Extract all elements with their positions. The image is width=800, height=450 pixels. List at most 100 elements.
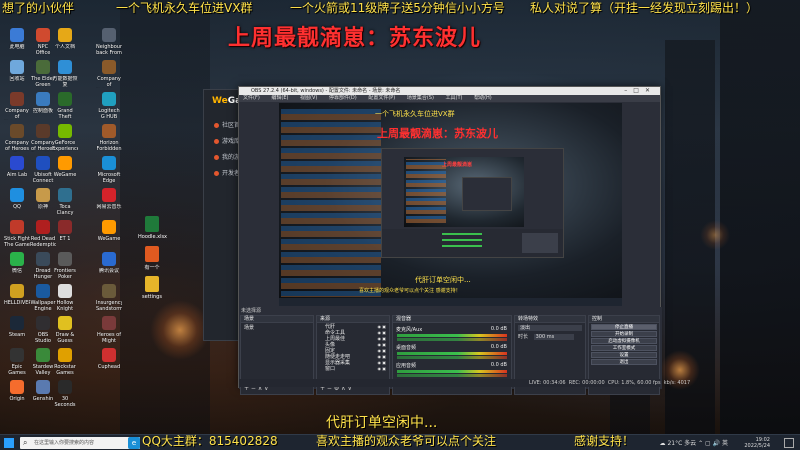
desktop-icon[interactable]: Steam [4, 316, 30, 348]
desktop-file[interactable]: settings [138, 276, 166, 300]
source-item[interactable]: 窗口 ◉ ▣ [317, 366, 389, 372]
mixer-db: 0.0 dB [490, 344, 507, 350]
desktop-icon[interactable]: Company of Heroes Tal [4, 124, 30, 156]
menu-edit[interactable]: 编辑(E) [271, 95, 288, 101]
desktop-icon-label: Toca Clancy [56, 204, 74, 216]
notification-icon[interactable] [784, 438, 794, 448]
menu-file[interactable]: 文件(F) [243, 95, 260, 101]
desktop-icon-label: 30 Seconds [54, 396, 76, 408]
desktop-icon[interactable]: Cuphead [96, 348, 122, 380]
office-icon [36, 28, 50, 42]
desktop-file-label: Hoodle.xlsx [138, 234, 168, 240]
desktop-icon[interactable]: Heroes of Might [96, 316, 122, 348]
desktop-icon[interactable]: 30 Seconds [52, 380, 78, 412]
start-recording-button[interactable]: 开始录制 [591, 331, 657, 337]
folder-icon [145, 276, 159, 292]
desktop-icon-label: 腾讯会议 [98, 268, 119, 274]
settings-button[interactable]: 设置 [591, 352, 657, 358]
desktop-icon[interactable]: 此电脑 [4, 28, 30, 60]
desktop-icon[interactable]: 回收站 [4, 60, 30, 92]
desktop-icon[interactable]: Logitech G HUB [96, 92, 122, 124]
desktop-icon[interactable]: 腾讯会议 [96, 252, 122, 284]
rec-time: REC: 00:00:00 [568, 380, 605, 386]
volume-slider[interactable] [397, 338, 507, 341]
desktop-icon-label: Cuphead [97, 364, 121, 370]
mixer-channel: 应用音频 0.0 dB [393, 362, 511, 377]
game-icon [102, 124, 116, 138]
studio-mode-button[interactable]: 工作室模式 [591, 345, 657, 351]
desktop-icon-label: Hollow Knight [56, 300, 74, 312]
desktop-icon[interactable]: Microsoft Edge [96, 156, 122, 188]
desktop-icon[interactable]: Grand Theft Auto V [52, 92, 78, 124]
window-controls[interactable]: –□✕ [624, 87, 656, 95]
obs-preview[interactable]: 一个飞机永久车位进VX群 上周最靓滴崽：苏东波儿 上周最靓滴崽 代肝订单空闲中.… [279, 103, 622, 306]
desktop-icon[interactable]: ET 1 [52, 220, 78, 252]
system-tray[interactable]: ☁ 21°C 多云 ⌃ ▢ 🔊 英 [660, 438, 728, 447]
clock[interactable]: 19:02 2022/5/24 [744, 437, 770, 449]
desktop-icon-label: Horizon Forbidden [96, 140, 122, 152]
desktop-icon[interactable]: Toca Clancy [52, 188, 78, 220]
epic-icon [10, 348, 24, 362]
exit-button[interactable]: 退出 [591, 359, 657, 365]
desktop-icon[interactable]: GeForce Experience [52, 124, 78, 156]
menu-docks[interactable]: 停靠部件(D) [329, 95, 357, 101]
desktop-icon-label: Company of Heroes Tal [5, 140, 29, 152]
genshin-icon [36, 380, 50, 394]
menu-scene-collection[interactable]: 场景集合(S) [407, 95, 434, 101]
transition-select[interactable]: 淡出 [518, 325, 582, 331]
preview-bottom: 喜欢主播的观众老爷可以点个关注 感谢支持！ [359, 288, 461, 294]
desktop-icon-label: 个人文档 [54, 44, 75, 50]
edge-taskbar-icon[interactable]: e [128, 437, 140, 449]
menu-view[interactable]: 视图(V) [300, 95, 317, 101]
desktop-icon[interactable]: Rockstar Games [52, 348, 78, 380]
menu-help[interactable]: 帮助(H) [474, 95, 492, 101]
desktop-icon[interactable]: Frontiers Poker [52, 252, 78, 284]
weather: 21°C 多云 [667, 440, 697, 447]
obs-window[interactable]: OBS 27.2.4 (64-bit, windows) - 配置文件: 未命名… [238, 86, 690, 395]
virtual-camera-button[interactable]: 启动虚拟摄像机 [591, 338, 657, 344]
desktop-icon[interactable]: Company of Neighbours Heroes [96, 60, 122, 92]
desktop-icon[interactable]: Horizon Forbidden [96, 124, 122, 156]
desktop-icon[interactable]: Draw & Guess [52, 316, 78, 348]
desktop-icon[interactable]: Hollow Knight [52, 284, 78, 316]
taskbar-search[interactable]: 在这里输入你要搜索的内容 [20, 437, 140, 449]
game-icon [58, 316, 72, 330]
menu-profile[interactable]: 配置文件(P) [368, 95, 395, 101]
desktop-icon[interactable]: WeGame [96, 220, 122, 252]
desktop-icon[interactable]: Origin [4, 380, 30, 412]
ime-lang[interactable]: 英 [722, 440, 728, 447]
volume-slider[interactable] [397, 374, 507, 377]
desktop-file[interactable]: 有一个 [138, 246, 166, 271]
desktop-icon[interactable]: WeGame [52, 156, 78, 188]
desktop-icon[interactable]: Company of Neighbours From Hell [4, 92, 30, 124]
desktop-icon-label: Aim Lab [6, 172, 28, 178]
duration-input[interactable]: 300 ms [533, 334, 574, 340]
stop-streaming-button[interactable]: 停止直播 [591, 324, 657, 330]
desktop-icon[interactable]: 微信 [4, 252, 30, 284]
desktop-icon[interactable]: QQ [4, 188, 30, 220]
desktop-icon[interactable]: 万能数据恢复 [52, 60, 78, 92]
desktop-icon-label: ET 1 [59, 236, 71, 242]
obs-titlebar[interactable]: OBS 27.2.4 (64-bit, windows) - 配置文件: 未命名… [239, 87, 660, 95]
visibility-lock-icon[interactable]: ◉ ▣ [377, 366, 386, 372]
desktop-icon[interactable]: HELLDIVERS [4, 284, 30, 316]
scene-item[interactable]: 场景 [241, 325, 313, 331]
ticker-right-2: 私人对说了算（开挂一经发现立刻踢出！） [530, 1, 759, 15]
desktop-icon[interactable]: Insurgency Sandstorm [96, 284, 122, 316]
start-button[interactable] [4, 438, 14, 448]
menu-tools[interactable]: 工具(T) [446, 95, 463, 101]
control-panel-icon [36, 92, 50, 106]
desktop-icon-label: HELLDIVERS [4, 300, 30, 306]
wegame-icon [58, 156, 72, 170]
obs-icon [36, 316, 50, 330]
desktop-icon[interactable]: Stick Fight The Game [4, 220, 30, 252]
desktop-icon[interactable]: 网易云音乐 [96, 188, 122, 220]
volume-slider[interactable] [397, 356, 507, 359]
desktop-icon[interactable]: Epic Games Launcher [4, 348, 30, 380]
desktop-icon[interactable]: 个人文档 [52, 28, 78, 60]
desktop-icon[interactable]: Aim Lab [4, 156, 30, 188]
desktop-file[interactable]: Hoodle.xlsx [138, 216, 168, 240]
desktop-icon-label: 此电脑 [9, 44, 25, 50]
recycle-bin-icon [10, 60, 24, 74]
desktop-icon[interactable]: Neighbours back From [96, 28, 122, 60]
